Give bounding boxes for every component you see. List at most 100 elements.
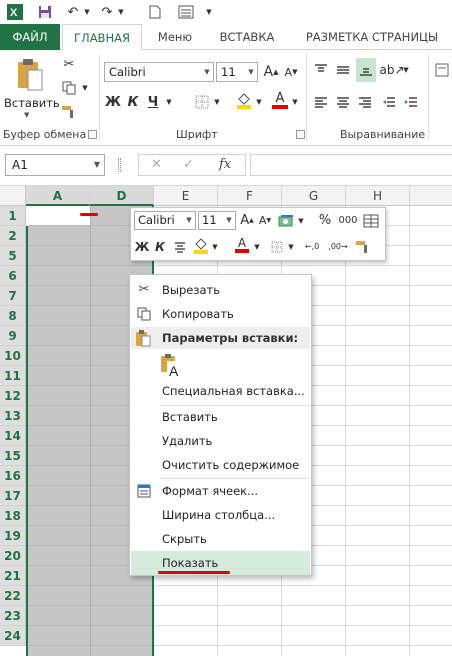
underline-dropdown-icon[interactable]: ▼	[164, 92, 174, 112]
column-header-g[interactable]: G	[282, 186, 346, 206]
tab-file[interactable]: ФАЙЛ	[0, 24, 60, 50]
menu-item-column-width[interactable]: Ширина столбца...	[131, 503, 310, 527]
row-header[interactable]: 14	[0, 426, 26, 446]
mini-italic-button[interactable]: К	[152, 237, 168, 256]
orientation-icon[interactable]: ab↗	[379, 60, 404, 80]
mini-font-color-dropdown-icon[interactable]: ▼	[253, 237, 261, 256]
active-cell-a1[interactable]	[26, 206, 90, 226]
row-header[interactable]: 17	[0, 486, 26, 506]
menu-item-hide[interactable]: Скрыть	[131, 527, 310, 551]
row-header[interactable]: 2	[0, 226, 26, 246]
menu-item-clear-contents[interactable]: Очистить содержимое	[131, 453, 310, 477]
orientation-dropdown-icon[interactable]: ▼	[402, 60, 410, 80]
copy-icon[interactable]	[58, 78, 80, 98]
cancel-icon[interactable]: ✕	[151, 157, 162, 172]
shrink-font-icon[interactable]: A ▼	[282, 62, 300, 82]
font-color-icon[interactable]: A	[270, 90, 290, 110]
font-launcher-icon[interactable]	[296, 130, 305, 139]
row-header[interactable]: 5	[0, 246, 26, 266]
mini-align-center-icon[interactable]	[172, 237, 188, 256]
redo-dropdown-icon[interactable]: ▼	[116, 3, 126, 21]
decrease-indent-icon[interactable]	[380, 92, 398, 112]
paste-button[interactable]: Вставить ▼	[4, 56, 60, 120]
row-header[interactable]: 16	[0, 466, 26, 486]
mini-fill-color-icon[interactable]	[192, 235, 210, 254]
paste-option-keep-formatting-icon[interactable]: A	[160, 353, 184, 379]
align-middle-icon[interactable]	[334, 60, 352, 80]
mini-shrink-font-icon[interactable]: A ▼	[257, 211, 273, 230]
mini-font-size-combo[interactable]: 11 ▼	[198, 211, 236, 230]
row-header[interactable]: 22	[0, 586, 26, 606]
formula-input[interactable]	[250, 154, 452, 176]
tab-home[interactable]: ГЛАВНАЯ	[62, 24, 142, 51]
fill-color-icon[interactable]	[234, 90, 254, 110]
formula-bar-grip-icon[interactable]	[118, 158, 121, 172]
tab-insert[interactable]: ВСТАВКА	[208, 24, 286, 50]
row-header[interactable]: 15	[0, 446, 26, 466]
row-header[interactable]: 24	[0, 626, 26, 646]
form-icon[interactable]	[176, 3, 196, 21]
row-header[interactable]: 11	[0, 366, 26, 386]
menu-item-copy[interactable]: Копировать	[131, 302, 310, 326]
row-header[interactable]: 6	[0, 266, 26, 286]
column-header-d[interactable]: D	[90, 186, 154, 206]
align-bottom-icon[interactable]	[356, 58, 376, 82]
row-header[interactable]: 18	[0, 506, 26, 526]
menu-item-insert[interactable]: Вставить	[131, 405, 310, 429]
column-header-f[interactable]: F	[218, 186, 282, 206]
mini-font-color-icon[interactable]: A	[233, 235, 251, 254]
mini-font-name-combo[interactable]: Calibri ▼	[134, 211, 196, 230]
row-header[interactable]: 10	[0, 346, 26, 366]
row-header[interactable]: 13	[0, 406, 26, 426]
mini-decrease-decimal-icon[interactable]: ,00→	[327, 237, 349, 256]
column-header-e[interactable]: E	[154, 186, 218, 206]
align-left-icon[interactable]	[312, 92, 330, 112]
mini-fill-color-dropdown-icon[interactable]: ▼	[211, 237, 219, 256]
borders-dropdown-icon[interactable]: ▼	[212, 92, 222, 112]
mini-bold-button[interactable]: Ж	[134, 237, 150, 256]
undo-icon[interactable]: ↶	[64, 3, 82, 21]
align-right-icon[interactable]	[356, 92, 374, 112]
cut-icon[interactable]: ✂	[58, 54, 80, 74]
redo-icon[interactable]: ↷	[98, 3, 116, 21]
column-header-h[interactable]: H	[346, 186, 410, 206]
bold-button[interactable]: Ж	[104, 92, 122, 112]
italic-button[interactable]: К	[124, 92, 142, 112]
mini-percent-button[interactable]: %	[317, 211, 333, 230]
font-size-combo[interactable]: 11 ▼	[216, 62, 258, 82]
name-box[interactable]: A1 ▼	[5, 154, 105, 176]
menu-item-paste-special[interactable]: Специальная вставка...	[131, 379, 310, 403]
save-icon[interactable]	[36, 3, 54, 21]
row-header[interactable]: 9	[0, 326, 26, 346]
enter-icon[interactable]: ✓	[183, 157, 194, 172]
format-painter-icon[interactable]	[58, 102, 80, 122]
tab-menu[interactable]: Меню	[146, 24, 204, 50]
align-top-icon[interactable]	[312, 60, 330, 80]
mini-borders-icon[interactable]	[269, 237, 285, 256]
copy-dropdown-icon[interactable]: ▼	[80, 78, 90, 98]
row-header[interactable]: 7	[0, 286, 26, 306]
mini-accounting-format-icon[interactable]	[277, 211, 297, 230]
fill-color-dropdown-icon[interactable]: ▼	[254, 92, 264, 112]
mini-grow-font-icon[interactable]: A ▲	[239, 211, 255, 230]
menu-item-format-cells[interactable]: Формат ячеек...	[131, 479, 310, 503]
font-color-dropdown-icon[interactable]: ▼	[290, 92, 300, 112]
row-header[interactable]: 23	[0, 606, 26, 626]
qat-customize-icon[interactable]: ▼	[204, 3, 214, 21]
mini-increase-decimal-icon[interactable]: ←,0	[301, 237, 323, 256]
tab-page-layout[interactable]: РАЗМЕТКА СТРАНИЦЫ	[292, 24, 452, 50]
row-header[interactable]: 1	[0, 206, 26, 226]
row-header[interactable]: 12	[0, 386, 26, 406]
grow-font-icon[interactable]: A ▲	[262, 62, 280, 82]
menu-item-delete[interactable]: Удалить	[131, 429, 310, 453]
insert-function-button[interactable]: fx	[219, 157, 231, 172]
clipboard-launcher-icon[interactable]	[88, 130, 97, 139]
borders-icon[interactable]	[192, 92, 212, 112]
mini-format-painter-icon[interactable]	[353, 237, 373, 256]
mini-accounting-dropdown-icon[interactable]: ▼	[297, 211, 305, 230]
row-header[interactable]: 21	[0, 566, 26, 586]
column-header-a[interactable]: A	[26, 186, 90, 206]
undo-dropdown-icon[interactable]: ▼	[82, 3, 92, 21]
row-header[interactable]: 19	[0, 526, 26, 546]
new-document-icon[interactable]	[146, 3, 164, 21]
